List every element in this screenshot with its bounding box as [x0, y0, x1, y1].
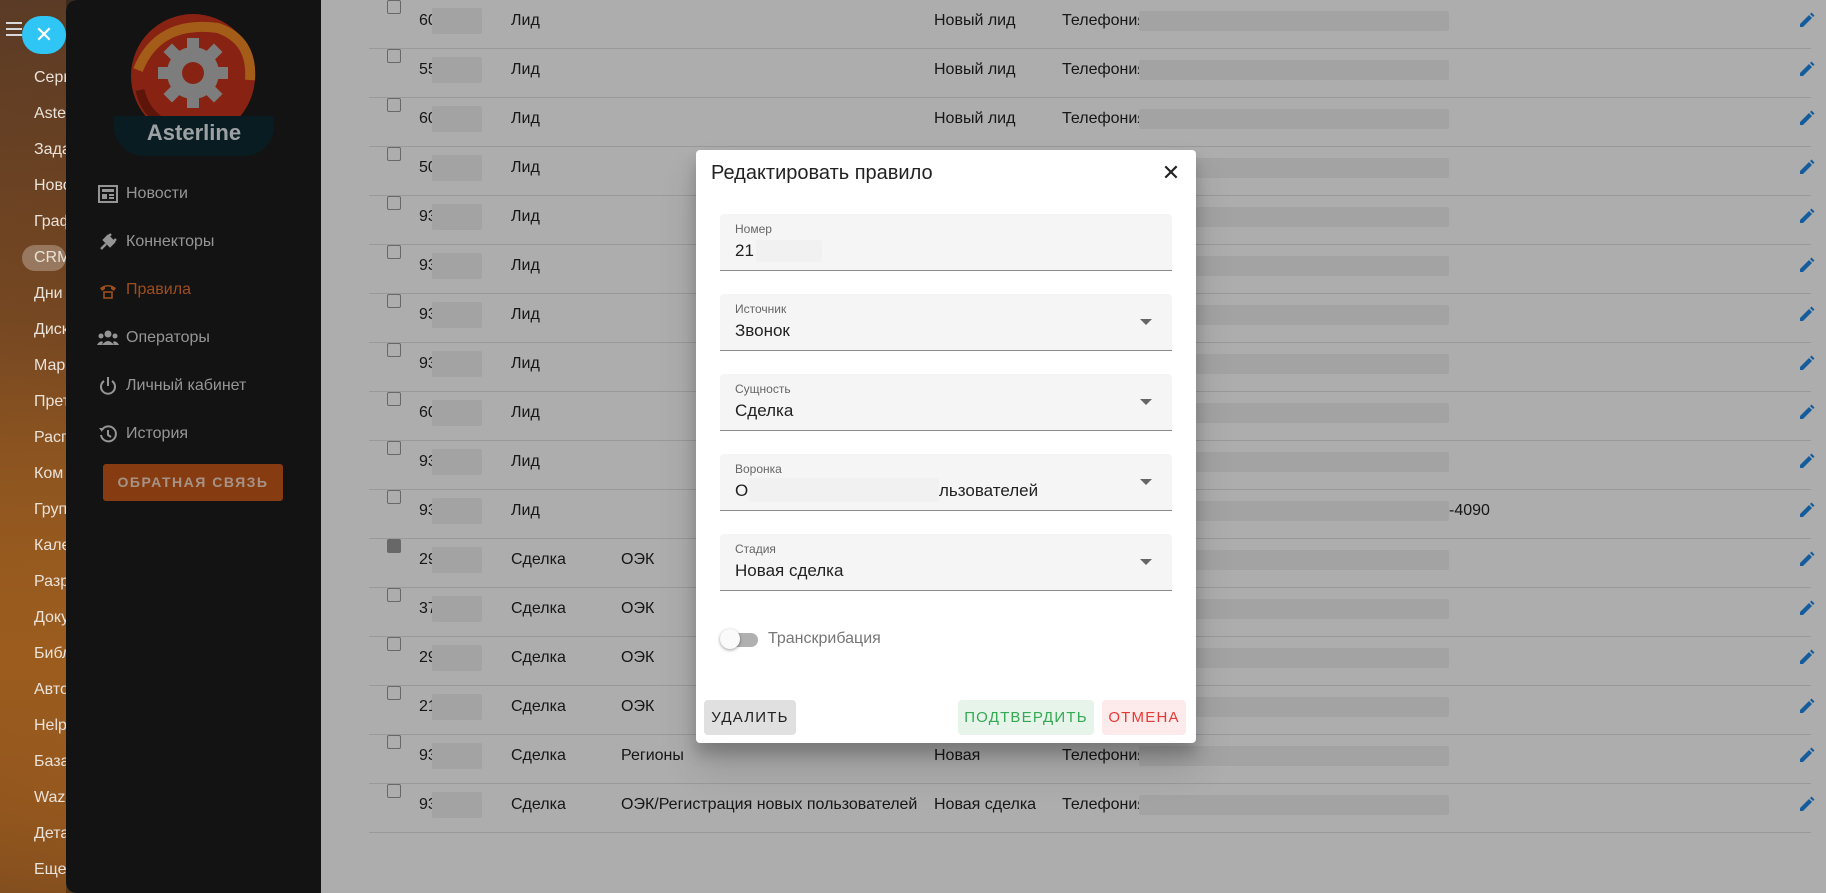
close-icon[interactable]: ✕: [1160, 162, 1182, 184]
chevron-down-icon: [1140, 479, 1152, 485]
portal-menu-item[interactable]: Библ: [0, 636, 66, 672]
portal-menu-item[interactable]: Дни: [0, 276, 66, 312]
stage-select[interactable]: Стадия Новая сделка: [720, 534, 1172, 591]
delete-button[interactable]: УДАЛИТЬ: [704, 700, 796, 735]
portal-menu-item[interactable]: Ново: [0, 168, 66, 204]
chevron-down-icon: [1140, 399, 1152, 405]
field-value: Сделка: [735, 401, 794, 420]
close-slider-button[interactable]: ✕: [22, 16, 66, 54]
portal-menu-item[interactable]: Help: [0, 708, 66, 744]
toggle-thumb: [720, 629, 740, 649]
portal-menu-item[interactable]: Диск: [0, 312, 66, 348]
portal-menu-item[interactable]: Еще: [0, 852, 66, 888]
entity-select[interactable]: Сущность Сделка: [720, 374, 1172, 431]
portal-menu-item[interactable]: CRM: [22, 245, 66, 271]
confirm-button[interactable]: ПОДТВЕРДИТЬ: [958, 700, 1094, 735]
portal-menu-item[interactable]: Мар: [0, 348, 66, 384]
portal-menu-item[interactable]: Кале: [0, 528, 66, 564]
field-value: Новая сделка: [735, 561, 844, 580]
portal-menu-item[interactable]: Разр: [0, 564, 66, 600]
portal-left-menu: СервAsteЗадаНовоГраф CRM ДниДискМарПретРас…: [0, 60, 66, 890]
transcription-toggle[interactable]: [720, 629, 758, 649]
dialog-title: Редактировать правило: [711, 162, 933, 184]
field-label: Стадия: [735, 542, 776, 556]
portal-menu-item[interactable]: Груп: [0, 492, 66, 528]
transcription-label: Транскрибация: [768, 630, 881, 647]
edit-rule-dialog: Редактировать правило ✕ Номер 21 Источни…: [696, 150, 1196, 743]
portal-menu-item[interactable]: Граф: [0, 204, 66, 240]
portal-menu-item[interactable]: Расп: [0, 420, 66, 456]
field-value: Звонок: [735, 321, 790, 340]
portal-menu-item[interactable]: Серв: [0, 60, 66, 96]
redacted-value: [756, 240, 822, 262]
field-value-end: льзователей: [939, 481, 1039, 500]
field-label: Воронка: [735, 462, 782, 476]
portal-menu-item[interactable]: Доку: [0, 600, 66, 636]
portal-menu-item[interactable]: Ком: [0, 456, 66, 492]
funnel-select[interactable]: Воронка О льзователей: [720, 454, 1172, 511]
portal-menu-item[interactable]: Авто: [0, 672, 66, 708]
number-field[interactable]: Номер 21: [720, 214, 1172, 271]
field-value-start: О: [735, 481, 749, 500]
chevron-down-icon: [1140, 559, 1152, 565]
cancel-button[interactable]: ОТМЕНА: [1102, 700, 1186, 735]
portal-menu-item[interactable]: Дета: [0, 816, 66, 852]
portal-menu-item[interactable]: Зада: [0, 132, 66, 168]
redacted-value: [749, 478, 939, 502]
hamburger-icon[interactable]: [6, 22, 22, 36]
field-label: Источник: [735, 302, 787, 316]
chevron-down-icon: [1140, 319, 1152, 325]
portal-menu-item[interactable]: Aste: [0, 96, 66, 132]
field-label: Номер: [735, 222, 772, 236]
field-value: 21: [735, 241, 754, 260]
portal-menu-item[interactable]: База: [0, 744, 66, 780]
source-select[interactable]: Источник Звонок: [720, 294, 1172, 351]
portal-menu-item[interactable]: Waz: [0, 780, 66, 816]
portal-menu-item[interactable]: Прет: [0, 384, 66, 420]
field-label: Сущность: [735, 382, 791, 396]
